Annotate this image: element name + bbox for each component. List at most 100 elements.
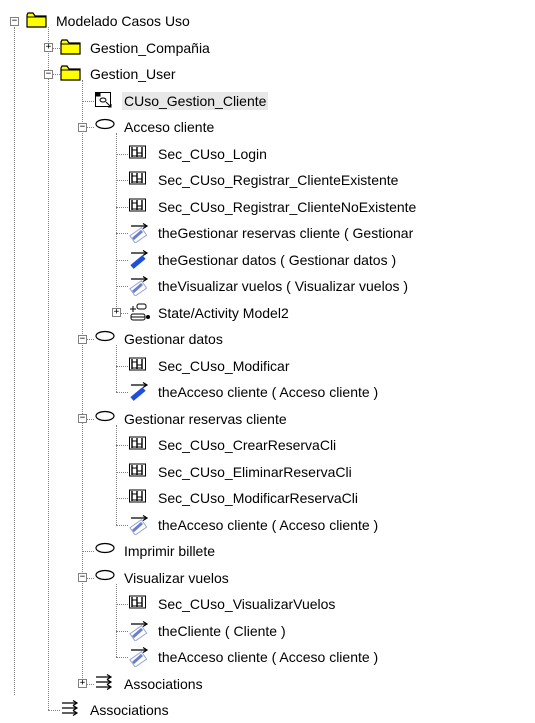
tree-node-label: Gestion_Compañia (90, 39, 210, 56)
tree-connector (116, 604, 128, 606)
sequence-diagram-icon (128, 594, 150, 614)
tree-connector (82, 100, 94, 102)
tree-connector (116, 233, 128, 235)
tree-node-label: Associations (90, 702, 169, 718)
tree-node-seq-cuso-modificar[interactable]: Sec_CUso_Modificar (128, 353, 292, 379)
tree-node-label: State/Activity Model2 (158, 304, 289, 321)
expand-plus-icon[interactable]: + (44, 43, 53, 53)
tree-node-label: Sec_CUso_VisualizarVuelos (158, 596, 336, 612)
tree-guide-line (116, 424, 117, 525)
collapse-minus-icon[interactable]: − (78, 414, 87, 424)
tree-node-diagram-cuso-gestion-cliente[interactable]: CUso_Gestion_Cliente (94, 88, 269, 114)
tree-node-label: theAcceso cliente ( Acceso cliente ) (158, 649, 379, 665)
tree-node-root-folder[interactable]: Modelado Casos Uso (26, 8, 192, 34)
use-case-ellipse-icon (94, 568, 116, 588)
associations-icon (94, 673, 116, 694)
tree-node-label: theAcceso cliente ( Acceso cliente ) (158, 384, 379, 400)
association-arrow-icon (128, 620, 150, 641)
tree-node-seq-crear-reserva[interactable]: Sec_CUso_CrearReservaCli (128, 432, 338, 458)
collapse-minus-icon[interactable]: − (44, 69, 53, 79)
tree-node-state-activity-model2[interactable]: State/Activity Model2 (128, 300, 291, 326)
tree-node-usecase-acceso-cliente[interactable]: Acceso cliente (94, 114, 216, 140)
tree-node-folder-gestion-compania[interactable]: Gestion_Compañia (60, 35, 212, 61)
tree-node-label: Sec_CUso_ModificarReservaCli (158, 490, 358, 506)
association-arrow-blue-icon (128, 382, 150, 402)
tree-node-seq-eliminar-reserva[interactable]: Sec_CUso_EliminarReservaCli (128, 459, 354, 485)
tree-node-label: Sec_CUso_Modificar (158, 357, 290, 374)
association-arrow-icon (128, 514, 150, 535)
tree-node-label: Sec_CUso_CrearReservaCli (158, 437, 337, 453)
tree-node-usecase-visualizar-vuelos[interactable]: Visualizar vuelos (94, 565, 231, 591)
tree-node-label: Sec_CUso_Registrar_ClienteExistente (158, 172, 399, 188)
collapse-minus-icon[interactable]: − (78, 573, 87, 583)
tree-connector (116, 206, 128, 208)
sequence-diagram-icon (128, 435, 150, 455)
tree-connector (116, 259, 128, 261)
use-case-ellipse-icon (94, 329, 116, 349)
tree-node-seq-visualizar-vuelos[interactable]: Sec_CUso_VisualizarVuelos (128, 591, 337, 617)
tree-node-label: theGestionar datos ( Gestionar datos ) (158, 251, 397, 268)
tree-node-assoc-the-cliente[interactable]: theCliente ( Cliente ) (128, 618, 288, 644)
sequence-diagram-icon (128, 197, 150, 217)
tree-node-seq-registrar-noexistente[interactable]: Sec_CUso_Registrar_ClienteNoExistente (128, 194, 418, 220)
tree-connector (116, 180, 128, 182)
tree-connector (116, 498, 128, 500)
tree-node-folder-gestion-user[interactable]: Gestion_User (60, 61, 178, 87)
collapse-minus-icon[interactable]: − (78, 334, 87, 344)
collapse-minus-icon[interactable]: − (78, 122, 87, 132)
tree-guide-line (14, 27, 15, 695)
tree-node-assoc-acceso-cliente-2[interactable]: theAcceso cliente ( Acceso cliente ) (128, 512, 380, 538)
tree-node-assoc-acceso-cliente-3[interactable]: theAcceso cliente ( Acceso cliente ) (128, 644, 380, 670)
association-arrow-icon (128, 276, 150, 296)
tree-connector (116, 392, 128, 394)
tree-node-usecase-imprimir-billete[interactable]: Imprimir billete (94, 538, 217, 564)
tree-node-label: Sec_CUso_EliminarReservaCli (158, 463, 352, 480)
tree-node-label: Sec_CUso_Login (158, 145, 267, 162)
sequence-diagram-icon (128, 462, 150, 482)
tree-node-label: Gestionar reservas cliente (124, 410, 287, 427)
tree-connector (116, 286, 128, 288)
tree-node-assoc-gestionar-reservas[interactable]: theGestionar reservas cliente ( Gestiona… (128, 220, 415, 246)
use-case-ellipse-icon (94, 409, 116, 429)
association-arrow-icon (128, 647, 150, 667)
tree-node-label: Associations (124, 675, 203, 692)
tree-connector (116, 471, 128, 473)
expand-plus-icon[interactable]: + (78, 679, 87, 689)
tree-connector (82, 551, 94, 553)
tree-node-label: Modelado Casos Uso (56, 13, 190, 29)
tree-guide-line (116, 583, 117, 658)
tree-node-usecase-gestionar-reservas[interactable]: Gestionar reservas cliente (94, 406, 289, 432)
tree-node-label: Gestion_User (90, 66, 176, 82)
tree-node-label: theCliente ( Cliente ) (158, 622, 286, 639)
sequence-diagram-icon (128, 170, 150, 190)
tree-node-assoc-visualizar-vuelos[interactable]: theVisualizar vuelos ( Visualizar vuelos… (128, 273, 410, 299)
tree-node-assoc-gestionar-datos[interactable]: theGestionar datos ( Gestionar datos ) (128, 247, 398, 273)
tree-node-label: Imprimir billete (124, 543, 216, 559)
tree-node-label: Gestionar datos (124, 331, 223, 347)
tree-node-label: CUso_Gestion_Cliente (122, 91, 269, 110)
model-browser-tree: − Modelado Casos Uso + Gestion_Compañia − Ges… (0, 0, 535, 718)
tree-node-label: theVisualizar vuelos ( Visualizar vuelos… (158, 278, 409, 294)
tree-node-seq-registrar-existente[interactable]: Sec_CUso_Registrar_ClienteExistente (128, 167, 400, 193)
sequence-diagram-icon (128, 488, 150, 508)
associations-icon (60, 700, 82, 720)
tree-node-label: theGestionar reservas cliente ( Gestiona… (158, 225, 414, 241)
tree-guide-line (116, 345, 117, 393)
expand-plus-icon[interactable]: + (112, 308, 121, 318)
tree-node-assoc-acceso-cliente-1[interactable]: theAcceso cliente ( Acceso cliente ) (128, 379, 380, 405)
tree-node-associations-root[interactable]: Associations (60, 697, 171, 723)
tree-node-usecase-gestionar-datos[interactable]: Gestionar datos (94, 326, 225, 352)
tree-node-seq-cuso-login[interactable]: Sec_CUso_Login (128, 141, 269, 167)
tree-connector (116, 445, 128, 447)
tree-connector (116, 630, 128, 632)
tree-guide-line (82, 80, 83, 684)
tree-node-seq-modificar-reserva[interactable]: Sec_CUso_ModificarReservaCli (128, 485, 360, 511)
use-case-ellipse-icon (94, 117, 116, 137)
tree-node-label: Sec_CUso_Registrar_ClienteNoExistente (158, 198, 417, 215)
tree-node-associations-gestion-user[interactable]: Associations (94, 671, 205, 697)
folder-icon (26, 11, 48, 31)
tree-node-label: Acceso cliente (124, 119, 215, 135)
collapse-minus-icon[interactable]: − (10, 16, 19, 26)
folder-icon (60, 38, 82, 58)
tree-connector (48, 710, 60, 712)
